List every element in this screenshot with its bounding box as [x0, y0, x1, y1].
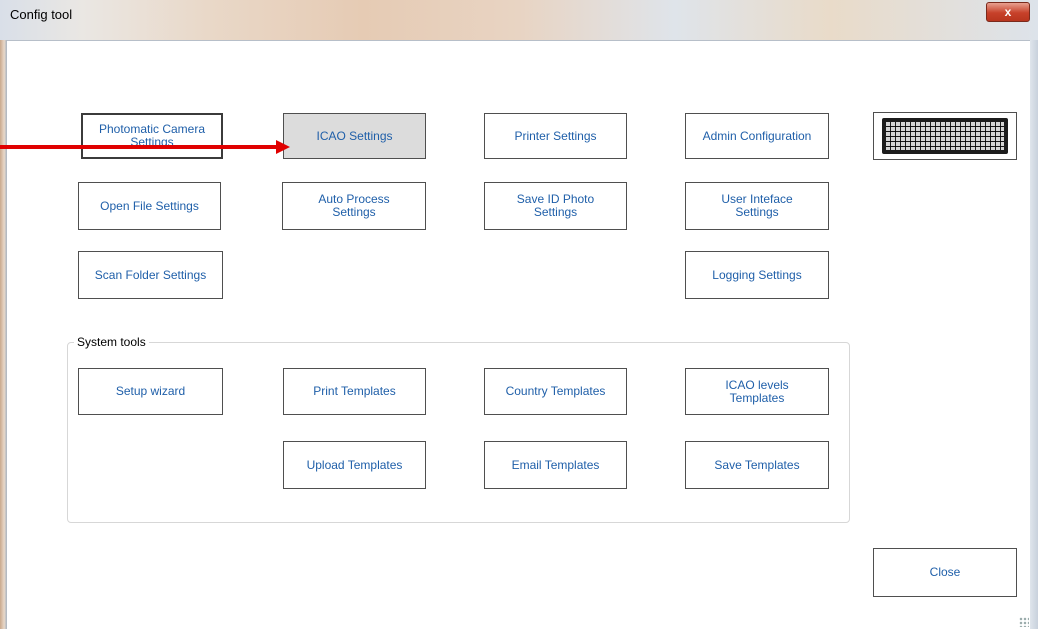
- save-templates-button[interactable]: Save Templates: [685, 441, 829, 489]
- close-icon: x: [1004, 5, 1012, 19]
- title-bar[interactable]: Config tool x: [0, 0, 1038, 41]
- icao-settings-button[interactable]: ICAO Settings: [283, 113, 426, 159]
- auto-process-settings-button[interactable]: Auto Process Settings: [282, 182, 426, 230]
- email-templates-button[interactable]: Email Templates: [484, 441, 627, 489]
- printer-settings-button[interactable]: Printer Settings: [484, 113, 627, 159]
- logging-settings-button[interactable]: Logging Settings: [685, 251, 829, 299]
- setup-wizard-button[interactable]: Setup wizard: [78, 368, 223, 415]
- annotation-arrow: [0, 140, 290, 154]
- icao-levels-templates-button[interactable]: ICAO levels Templates: [685, 368, 829, 415]
- keyboard-button[interactable]: [873, 112, 1017, 160]
- window-title: Config tool: [10, 7, 73, 22]
- keyboard-icon: [882, 118, 1008, 154]
- admin-configuration-button[interactable]: Admin Configuration: [685, 113, 829, 159]
- scan-folder-settings-button[interactable]: Scan Folder Settings: [78, 251, 223, 299]
- user-interface-settings-button[interactable]: User Inteface Settings: [685, 182, 829, 230]
- config-tool-window: Config tool x Photomatic Camera Settings…: [0, 0, 1038, 629]
- print-templates-button[interactable]: Print Templates: [283, 368, 426, 415]
- window-frame-right: [1030, 40, 1038, 629]
- resize-grip[interactable]: [1019, 617, 1029, 627]
- country-templates-button[interactable]: Country Templates: [484, 368, 627, 415]
- system-tools-label: System tools: [74, 335, 149, 349]
- window-close-button[interactable]: x: [986, 2, 1030, 22]
- close-button[interactable]: Close: [873, 548, 1017, 597]
- window-frame-left: [0, 40, 7, 629]
- upload-templates-button[interactable]: Upload Templates: [283, 441, 426, 489]
- open-file-settings-button[interactable]: Open File Settings: [78, 182, 221, 230]
- save-id-photo-settings-button[interactable]: Save ID Photo Settings: [484, 182, 627, 230]
